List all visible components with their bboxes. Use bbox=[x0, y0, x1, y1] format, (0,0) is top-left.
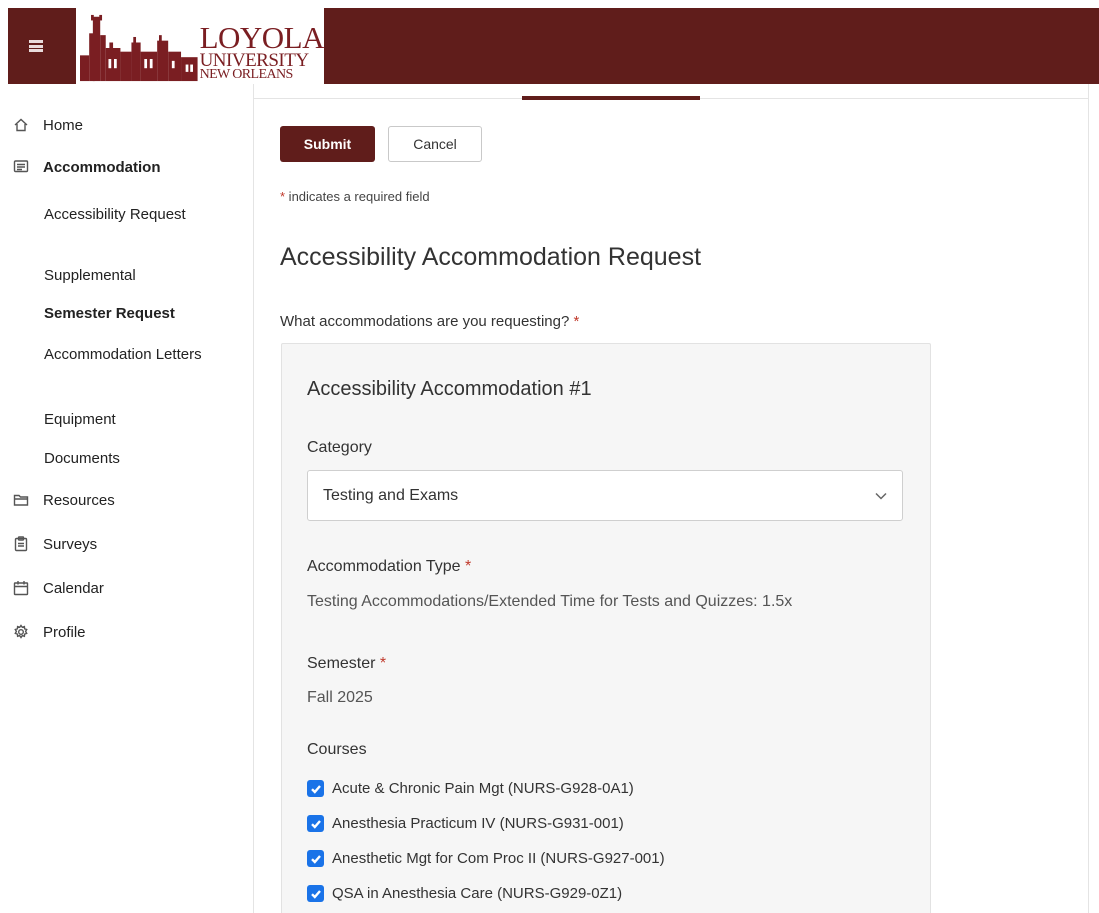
sidebar-item-profile[interactable]: Profile bbox=[0, 623, 86, 641]
cancel-button[interactable]: Cancel bbox=[388, 126, 482, 162]
category-label: Category bbox=[307, 439, 372, 456]
sidebar-subitem-accommodation-letters[interactable]: Accommodation Letters bbox=[44, 344, 224, 366]
sidebar-item-surveys[interactable]: Surveys bbox=[0, 535, 97, 553]
type-label-text: Accommodation Type bbox=[307, 558, 466, 575]
calendar-icon bbox=[12, 579, 30, 597]
accommodation-type-value: Testing Accommodations/Extended Time for… bbox=[307, 593, 793, 610]
top-header: LOYOLA UNIVERSITY NEW ORLEANS bbox=[8, 8, 1099, 84]
checkbox-checked-icon[interactable] bbox=[307, 815, 324, 832]
course-label: Acute & Chronic Pain Mgt (NURS-G928-0A1) bbox=[332, 780, 634, 797]
question-text: What accommodations are you requesting? bbox=[280, 313, 574, 330]
sidebar-subitem-supplemental[interactable]: Supplemental bbox=[44, 265, 224, 287]
hamburger-menu-button[interactable] bbox=[8, 8, 64, 84]
category-selected-value: Testing and Exams bbox=[323, 486, 459, 504]
folder-icon bbox=[12, 491, 30, 509]
semester-label-text: Semester bbox=[307, 655, 380, 672]
sidebar-subitem-accessibility-request[interactable]: Accessibility Request bbox=[44, 204, 224, 226]
checkbox-checked-icon[interactable] bbox=[307, 885, 324, 902]
accommodation-type-label: Accommodation Type * bbox=[307, 558, 471, 576]
sidebar-item-label: Resources bbox=[43, 491, 115, 509]
submit-button[interactable]: Submit bbox=[280, 126, 375, 162]
gear-icon bbox=[12, 623, 30, 641]
sidebar-item-resources[interactable]: Resources bbox=[0, 491, 115, 509]
page-title: Accessibility Accommodation Request bbox=[280, 243, 702, 271]
logo-wordmark: LOYOLA UNIVERSITY NEW ORLEANS bbox=[199, 20, 325, 83]
sidebar-item-label: Accommodation bbox=[43, 158, 161, 176]
sidebar-item-accommodation[interactable]: Accommodation bbox=[0, 158, 161, 176]
required-note-text: indicates a required field bbox=[285, 189, 430, 204]
clipboard-icon bbox=[12, 535, 30, 553]
message-list-icon bbox=[12, 158, 30, 176]
sidebar-item-label: Calendar bbox=[43, 579, 104, 597]
courses-label: Courses bbox=[307, 741, 367, 758]
course-checkbox-item[interactable]: Anesthetic Mgt for Com Proc II (NURS-G92… bbox=[307, 850, 665, 867]
hamburger-icon bbox=[29, 40, 43, 52]
sidebar-item-label: Profile bbox=[43, 623, 86, 641]
required-field-note: * indicates a required field bbox=[280, 189, 430, 204]
course-label: Anesthetic Mgt for Com Proc II (NURS-G92… bbox=[332, 850, 665, 867]
required-star: * bbox=[379, 655, 387, 672]
sidebar-subitem-semester-request[interactable]: Semester Request bbox=[44, 303, 224, 325]
checkbox-checked-icon[interactable] bbox=[307, 780, 324, 797]
course-checkbox-item[interactable]: Acute & Chronic Pain Mgt (NURS-G928-0A1) bbox=[307, 780, 634, 797]
logo-line-1: LOYOLA bbox=[199, 20, 325, 56]
category-select[interactable]: Testing and Exams bbox=[307, 470, 903, 521]
sidebar-item-label: Home bbox=[43, 116, 84, 134]
sidebar-subitem-documents[interactable]: Documents bbox=[44, 448, 224, 470]
semester-value: Fall 2025 bbox=[307, 689, 373, 706]
required-star: * bbox=[465, 558, 472, 575]
course-label: Anesthesia Practicum IV (NURS-G931-001) bbox=[332, 815, 624, 832]
required-star: * bbox=[573, 313, 580, 330]
checkbox-checked-icon[interactable] bbox=[307, 850, 324, 867]
course-label: QSA in Anesthesia Care (NURS-G929-0Z1) bbox=[332, 885, 623, 902]
course-checkbox-item[interactable]: QSA in Anesthesia Care (NURS-G929-0Z1) bbox=[307, 885, 622, 902]
sidebar-item-home[interactable]: Home bbox=[0, 116, 83, 134]
university-logo[interactable]: LOYOLA UNIVERSITY NEW ORLEANS bbox=[76, 8, 325, 84]
course-checkbox-item[interactable]: Anesthesia Practicum IV (NURS-G931-001) bbox=[307, 815, 624, 832]
logo-line-3: NEW ORLEANS bbox=[199, 67, 294, 83]
sidebar-item-calendar[interactable]: Calendar bbox=[0, 579, 104, 597]
card-title: Accessibility Accommodation #1 bbox=[307, 378, 592, 400]
chevron-down-icon bbox=[874, 489, 888, 503]
university-building-logo-icon bbox=[80, 14, 198, 82]
active-tab-indicator bbox=[522, 96, 700, 100]
semester-label: Semester * bbox=[307, 655, 386, 673]
sidebar-subitem-equipment[interactable]: Equipment bbox=[44, 409, 224, 431]
accommodations-question: What accommodations are you requesting? … bbox=[280, 313, 579, 330]
home-icon bbox=[12, 116, 30, 134]
sidebar-item-label: Surveys bbox=[43, 535, 98, 553]
